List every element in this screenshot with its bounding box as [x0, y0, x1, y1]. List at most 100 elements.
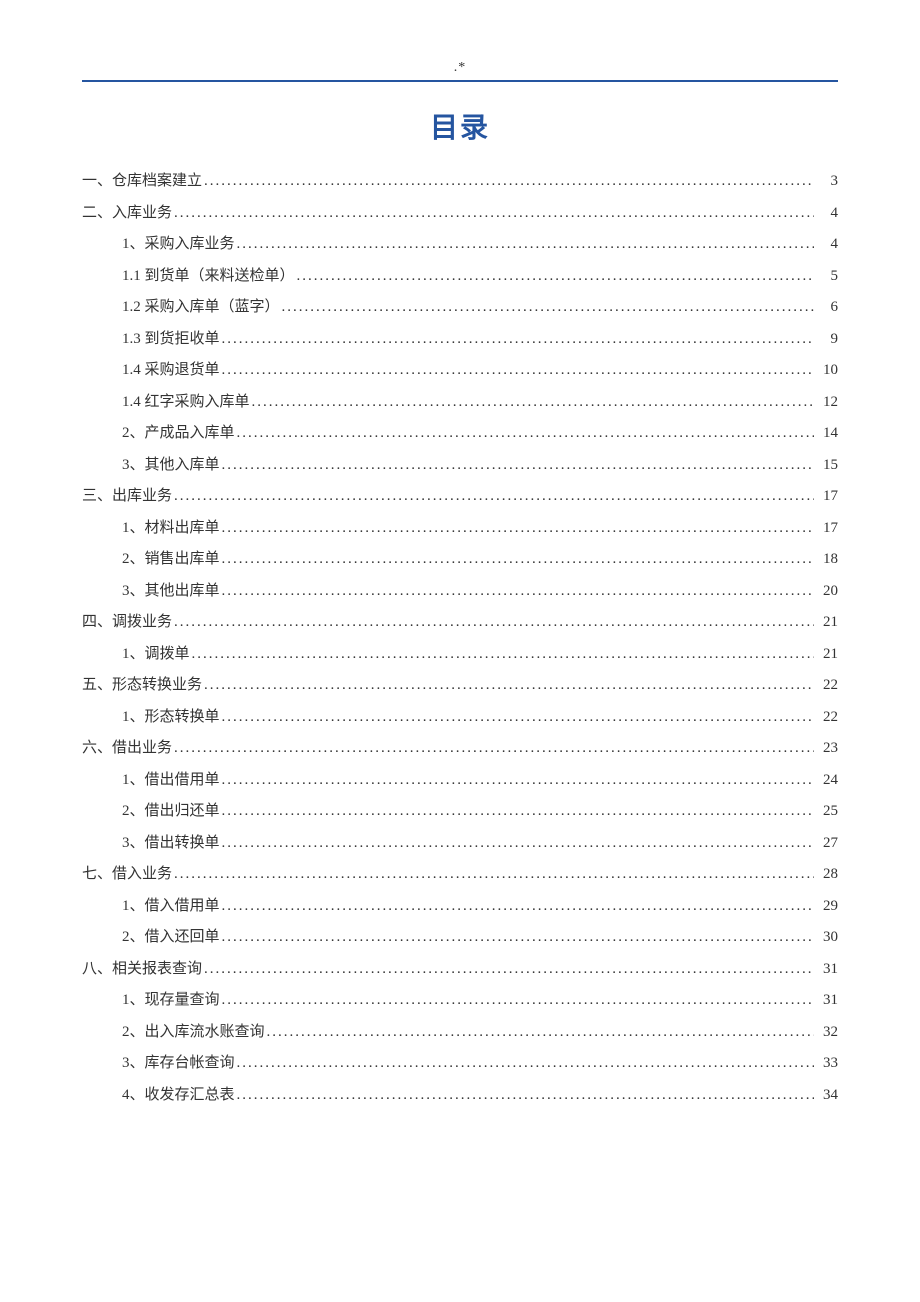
toc-entry[interactable]: 1、现存量查询31: [82, 985, 838, 1017]
toc-entry[interactable]: 3、库存台帐查询 33: [82, 1048, 838, 1080]
toc-entry[interactable]: 七、借入业务28: [82, 859, 838, 891]
toc-leader-dots: [237, 1080, 814, 1112]
toc-leader-dots: [222, 891, 814, 923]
toc-entry[interactable]: 三、出库业务 17: [82, 481, 838, 513]
toc-entry-page: 22: [816, 702, 838, 734]
toc-entry[interactable]: 3、其他出库单 20: [82, 576, 838, 608]
toc-entry-page: 25: [816, 796, 838, 828]
toc-leader-dots: [222, 513, 814, 545]
toc-entry[interactable]: 1、调拨单21: [82, 639, 838, 671]
toc-entry[interactable]: 1、采购入库业务 4: [82, 229, 838, 261]
toc-entry-label: 1、借入借用单: [122, 891, 220, 923]
toc-entry-page: 33: [816, 1048, 838, 1080]
toc-leader-dots: [222, 544, 814, 576]
toc-entry[interactable]: 二、入库业务 4: [82, 198, 838, 230]
toc-leader-dots: [222, 922, 814, 954]
toc-leader-dots: [174, 607, 814, 639]
toc-entry-page: 12: [816, 387, 838, 419]
toc-entry[interactable]: 一、仓库档案建立3: [82, 166, 838, 198]
toc-entry-label: 2、销售出库单: [122, 544, 220, 576]
toc-entry-label: 1、形态转换单: [122, 702, 220, 734]
toc-leader-dots: [222, 796, 814, 828]
toc-leader-dots: [222, 324, 814, 356]
toc-entry[interactable]: 五、形态转换业务22: [82, 670, 838, 702]
toc-entry-page: 9: [816, 324, 838, 356]
document-page: .* 目录 一、仓库档案建立3二、入库业务41、采购入库业务41.1 到货单（来…: [0, 0, 920, 1111]
toc-entry-page: 4: [816, 229, 838, 261]
toc-entry[interactable]: 1.4 红字采购入库单 12: [82, 387, 838, 419]
toc-entry-label: 3、其他出库单: [122, 576, 220, 608]
toc-leader-dots: [204, 670, 814, 702]
toc-title: 目录: [82, 106, 838, 146]
toc-entry[interactable]: 八、相关报表查询 31: [82, 954, 838, 986]
toc-entry-label: 六、借出业务: [82, 733, 172, 765]
toc-entry-label: 1、采购入库业务: [122, 229, 235, 261]
toc-entry-page: 5: [816, 261, 838, 293]
toc-entry-page: 15: [816, 450, 838, 482]
toc-entry[interactable]: 四、调拨业务 21: [82, 607, 838, 639]
toc-leader-dots: [237, 1048, 814, 1080]
toc-leader-dots: [222, 765, 814, 797]
toc-entry-label: 五、形态转换业务: [82, 670, 202, 702]
toc-entry-page: 31: [816, 954, 838, 986]
toc-entry-label: 3、库存台帐查询: [122, 1048, 235, 1080]
toc-entry-label: 三、出库业务: [82, 481, 172, 513]
toc-leader-dots: [204, 954, 814, 986]
toc-entry[interactable]: 2、销售出库单 18: [82, 544, 838, 576]
toc-entry-page: 3: [816, 166, 838, 198]
toc-entry-label: 四、调拨业务: [82, 607, 172, 639]
toc-entry[interactable]: 六、借出业务 23: [82, 733, 838, 765]
toc-entry-page: 27: [816, 828, 838, 860]
header-rule: [82, 80, 838, 82]
toc-entry-label: 1.3 到货拒收单: [122, 324, 220, 356]
toc-entry-label: 八、相关报表查询: [82, 954, 202, 986]
toc-entry-label: 4、收发存汇总表: [122, 1080, 235, 1112]
toc-entry-page: 20: [816, 576, 838, 608]
toc-leader-dots: [282, 292, 814, 324]
toc-entry-page: 14: [816, 418, 838, 450]
toc-entry[interactable]: 4、收发存汇总表 34: [82, 1080, 838, 1112]
toc-entry[interactable]: 3、其他入库单15: [82, 450, 838, 482]
toc-leader-dots: [204, 166, 814, 198]
toc-leader-dots: [222, 450, 814, 482]
toc-entry-page: 10: [816, 355, 838, 387]
toc-entry[interactable]: 1、形态转换单 22: [82, 702, 838, 734]
toc-leader-dots: [174, 481, 814, 513]
toc-entry[interactable]: 2、产成品入库单 14: [82, 418, 838, 450]
toc-entry-page: 23: [816, 733, 838, 765]
toc-entry-page: 31: [816, 985, 838, 1017]
toc-entry[interactable]: 1.1 到货单（来料送检单）5: [82, 261, 838, 293]
toc-entry-page: 21: [816, 639, 838, 671]
toc-leader-dots: [237, 229, 814, 261]
toc-leader-dots: [222, 576, 814, 608]
toc-entry-page: 6: [816, 292, 838, 324]
toc-entry[interactable]: 2、借入还回单30: [82, 922, 838, 954]
toc-entry-label: 1.2 采购入库单（蓝字）: [122, 292, 280, 324]
toc-entry-page: 28: [816, 859, 838, 891]
toc-entry[interactable]: 1、借出借用单24: [82, 765, 838, 797]
toc-entry[interactable]: 1.2 采购入库单（蓝字） 6: [82, 292, 838, 324]
toc-entry[interactable]: 1.4 采购退货单10: [82, 355, 838, 387]
toc-leader-dots: [174, 859, 814, 891]
toc-entry-label: 1、借出借用单: [122, 765, 220, 797]
toc-entry-label: 1、材料出库单: [122, 513, 220, 545]
toc-entry-page: 18: [816, 544, 838, 576]
toc-entry-page: 34: [816, 1080, 838, 1112]
toc-entry[interactable]: 1、材料出库单17: [82, 513, 838, 545]
toc-entry[interactable]: 2、借出归还单25: [82, 796, 838, 828]
toc-entry[interactable]: 1.3 到货拒收单 9: [82, 324, 838, 356]
toc-entry-page: 4: [816, 198, 838, 230]
toc-entry-page: 29: [816, 891, 838, 923]
toc-entry-page: 21: [816, 607, 838, 639]
toc-entry[interactable]: 3、借出转换单27: [82, 828, 838, 860]
toc-leader-dots: [237, 418, 814, 450]
toc-entry-label: 2、产成品入库单: [122, 418, 235, 450]
toc-entry[interactable]: 2、出入库流水账查询32: [82, 1017, 838, 1049]
toc-entry[interactable]: 1、借入借用单 29: [82, 891, 838, 923]
toc-leader-dots: [174, 198, 814, 230]
toc-leader-dots: [297, 261, 814, 293]
toc-entry-label: 1.4 红字采购入库单: [122, 387, 250, 419]
toc-entry-label: 二、入库业务: [82, 198, 172, 230]
toc-leader-dots: [222, 702, 814, 734]
toc-entry-page: 17: [816, 481, 838, 513]
